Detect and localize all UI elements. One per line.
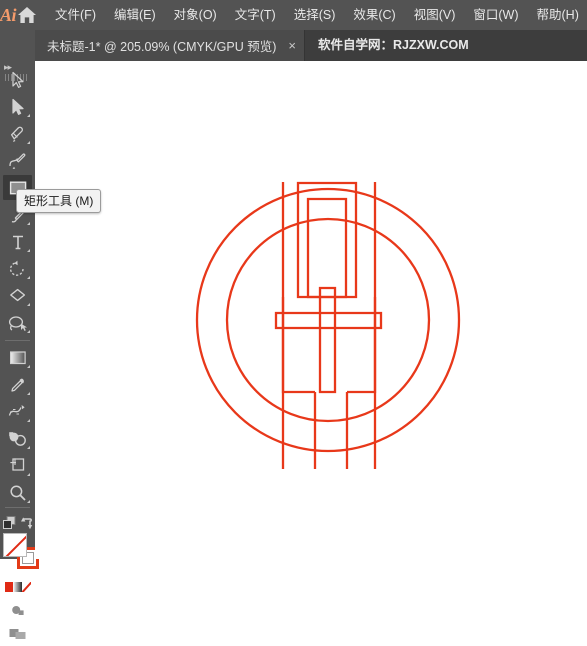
tool-artboard[interactable] <box>3 453 32 478</box>
menu-items: 文件(F) 编辑(E) 对象(O) 文字(T) 选择(S) 效果(C) 视图(V… <box>46 0 587 30</box>
artwork-vector <box>195 181 461 469</box>
tool-tooltip: 矩形工具 (M) <box>16 189 102 213</box>
color-mode-swatches <box>5 582 31 592</box>
menu-help[interactable]: 帮助(H) <box>528 0 587 30</box>
body-right-outline <box>347 297 377 394</box>
tool-direct-selection[interactable] <box>3 94 32 119</box>
reset-fill-stroke-icon[interactable] <box>0 510 20 535</box>
app-logo: Ai <box>0 4 17 25</box>
menu-window[interactable]: 窗口(W) <box>464 0 527 30</box>
outer-circle <box>195 187 461 453</box>
close-icon[interactable]: × <box>288 39 296 52</box>
swap-fill-stroke-icon[interactable] <box>18 510 35 535</box>
menu-file[interactable]: 文件(F) <box>46 0 105 30</box>
tool-lasso[interactable] <box>3 310 32 335</box>
watermark-note: 软件自学网：RJZXW.COM <box>318 38 469 52</box>
illustrator-window: Ai 文件(F) 编辑(E) 对象(O) 文字(T) 选择(S) 效果(C) 视… <box>0 0 587 639</box>
tool-blend[interactable] <box>3 399 32 424</box>
center-stem-rect <box>318 286 337 394</box>
fill-swatch[interactable] <box>3 533 27 557</box>
swatch-color-icon[interactable] <box>5 582 13 592</box>
screen-mode-icon[interactable] <box>3 621 32 646</box>
swatch-gradient-icon[interactable] <box>13 582 22 592</box>
menu-object[interactable]: 对象(O) <box>165 0 226 30</box>
tool-group-indicator <box>27 276 30 279</box>
tool-group-indicator <box>27 419 30 422</box>
draw-normal-icon[interactable] <box>3 597 32 622</box>
tool-selection[interactable] <box>3 67 32 92</box>
menu-bar: Ai 文件(F) 编辑(E) 对象(O) 文字(T) 选择(S) 效果(C) 视… <box>0 0 587 30</box>
tool-pen[interactable] <box>3 121 32 146</box>
document-tab-title: 未标题-1* @ 205.09% (CMYK/GPU 预览) <box>47 40 277 54</box>
tool-group-indicator <box>27 141 30 144</box>
tool-rotate[interactable] <box>3 256 32 281</box>
tool-gradient[interactable] <box>3 345 32 370</box>
tool-shape-builder[interactable] <box>3 426 32 451</box>
menu-type[interactable]: 文字(T) <box>226 0 285 30</box>
menu-effect[interactable]: 效果(C) <box>344 0 404 30</box>
tool-group-indicator <box>27 222 30 225</box>
cross-bar-rect <box>274 311 383 330</box>
menu-view[interactable]: 视图(V) <box>405 0 465 30</box>
tab-bar-left-pad <box>0 30 35 61</box>
tool-scale[interactable] <box>3 283 32 308</box>
tool-group-indicator <box>27 303 30 306</box>
tool-zoom[interactable] <box>3 480 32 505</box>
tool-group-indicator <box>27 365 30 368</box>
tool-type[interactable] <box>3 229 32 254</box>
tool-eyedropper[interactable] <box>3 372 32 397</box>
top-inner-rect <box>306 197 348 299</box>
menu-select[interactable]: 选择(S) <box>285 0 345 30</box>
tool-group-indicator <box>27 249 30 252</box>
tool-group-indicator <box>27 446 30 449</box>
tool-group-indicator <box>27 392 30 395</box>
document-tab-bar: 未标题-1* @ 205.09% (CMYK/GPU 预览) × 软件自学网：R… <box>0 30 587 61</box>
tool-panel: ▸▸ <box>0 61 39 639</box>
tool-group-indicator <box>27 500 30 503</box>
canvas-area[interactable] <box>35 61 587 559</box>
inner-circle <box>225 217 431 423</box>
home-icon[interactable] <box>16 0 38 30</box>
menu-edit[interactable]: 编辑(E) <box>105 0 165 30</box>
swatch-none-icon[interactable] <box>22 582 31 592</box>
tool-separator-2 <box>5 507 30 508</box>
tool-separator <box>5 340 30 341</box>
document-tab[interactable]: 未标题-1* @ 205.09% (CMYK/GPU 预览) × <box>35 30 306 61</box>
fill-stroke-control <box>3 533 39 573</box>
tool-group-indicator <box>27 114 30 117</box>
body-left-outline <box>281 297 315 394</box>
tool-group-indicator <box>27 473 30 476</box>
none-slash-icon <box>4 534 26 556</box>
tool-curvature[interactable] <box>3 148 32 173</box>
tool-group-indicator <box>27 330 30 333</box>
